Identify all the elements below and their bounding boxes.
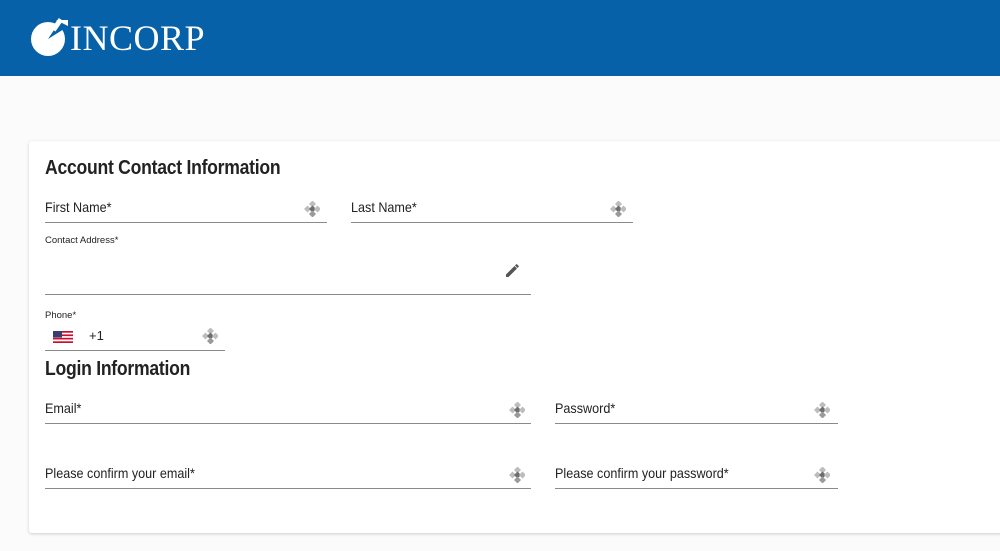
logo-text: INCORP (70, 18, 206, 58)
us-flag-icon[interactable] (53, 331, 73, 343)
key-icon[interactable] (509, 402, 525, 418)
login-info-title: Login Information (45, 358, 191, 380)
last-name-label: Last Name* (351, 199, 417, 215)
password-field[interactable]: Password* (555, 396, 838, 424)
phone-dial-code: +1 (89, 328, 104, 343)
key-icon[interactable] (202, 328, 218, 344)
contact-address-label: Contact Address* (45, 235, 119, 246)
last-name-field[interactable]: Last Name* (351, 195, 633, 223)
first-name-label: First Name* (45, 199, 112, 215)
key-icon[interactable] (610, 201, 626, 217)
phone-label: Phone* (45, 310, 77, 321)
key-icon[interactable] (304, 201, 320, 217)
key-icon[interactable] (509, 467, 525, 483)
app-header: INCORP (0, 0, 1000, 76)
incorp-logo[interactable]: INCORP (28, 14, 205, 60)
incorp-logo-icon (31, 17, 68, 56)
key-icon[interactable] (814, 402, 830, 418)
contact-address-field[interactable] (45, 249, 531, 295)
confirm-password-field[interactable]: Please confirm your password* (555, 461, 838, 489)
first-name-field[interactable]: First Name* (45, 195, 327, 223)
confirm-email-label: Please confirm your email* (45, 465, 195, 481)
confirm-email-field[interactable]: Please confirm your email* (45, 461, 531, 489)
password-label: Password* (555, 400, 616, 416)
email-field[interactable]: Email* (45, 396, 531, 424)
account-contact-title: Account Contact Information (45, 157, 281, 179)
key-icon[interactable] (814, 467, 830, 483)
email-label: Email* (45, 400, 82, 416)
phone-field[interactable]: +1 (45, 322, 225, 351)
confirm-password-label: Please confirm your password* (555, 465, 729, 481)
pencil-icon[interactable] (504, 261, 522, 279)
registration-card: Account Contact Information First Name* … (29, 141, 1000, 533)
